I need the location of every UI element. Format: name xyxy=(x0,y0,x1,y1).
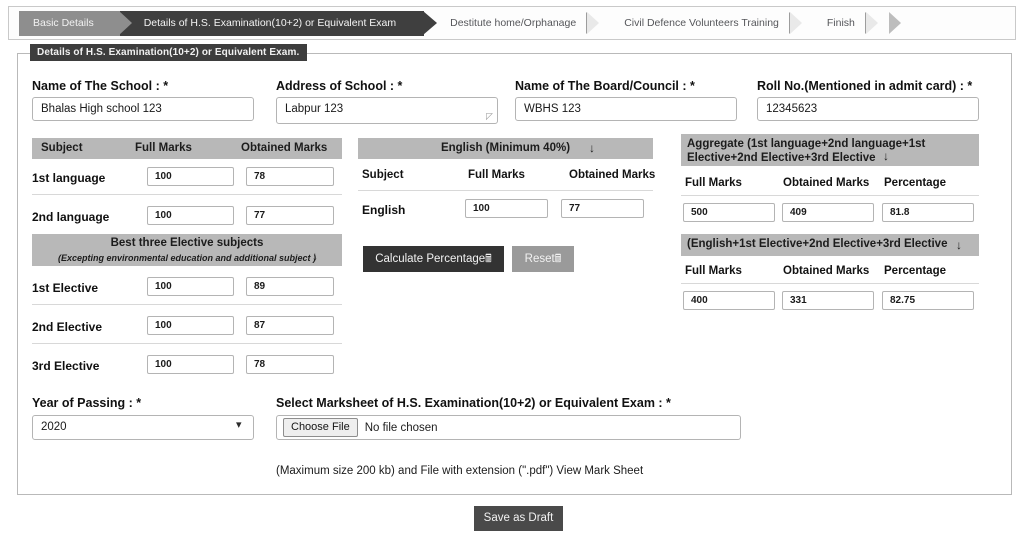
wizard-step-hs-examination[interactable]: Details of H.S. Examination(10+2) or Equ… xyxy=(119,11,438,36)
wizard-steps: Basic Details Details of H.S. Examinatio… xyxy=(19,11,878,36)
school-address-label: Address of School : * xyxy=(276,79,403,93)
input-3rd-elective-obtained-marks[interactable]: 78 xyxy=(246,355,334,374)
wizard-step-label: Details of H.S. Examination(10+2) or Equ… xyxy=(143,17,397,29)
wizard-step-label: Destitute home/Orphanage xyxy=(450,17,577,29)
aggregate-col-obtained-marks: Obtained Marks xyxy=(783,177,870,189)
input-english-aggregate-percentage[interactable]: 82.75 xyxy=(882,291,974,310)
row-label-2nd-elective: 2nd Elective xyxy=(32,320,103,334)
english-col-full-marks: Full Marks xyxy=(468,169,525,181)
language-col-obtained-marks: Obtained Marks xyxy=(241,142,328,154)
english-aggregate-sort-arrow-icon: ↓ xyxy=(956,238,962,252)
row-divider xyxy=(32,194,342,195)
wizard-trailing-chevron-icon xyxy=(889,12,901,34)
input-2nd-language-obtained-marks[interactable]: 77 xyxy=(246,206,334,225)
input-3rd-elective-full-marks[interactable]: 100 xyxy=(147,355,234,374)
row-divider xyxy=(32,304,342,305)
input-english-aggregate-obtained-marks[interactable]: 331 xyxy=(782,291,874,310)
input-aggregate-percentage[interactable]: 81.8 xyxy=(882,203,974,222)
input-1st-elective-obtained-marks[interactable]: 89 xyxy=(246,277,334,296)
english-aggregate-col-percentage: Percentage xyxy=(884,265,947,277)
wizard-step-label: Finish xyxy=(826,17,855,29)
language-col-full-marks: Full Marks xyxy=(135,142,192,154)
input-english-aggregate-full-marks[interactable]: 400 xyxy=(683,291,775,310)
calculate-percentage-button[interactable]: Calculate Percentage🖩 xyxy=(363,246,504,272)
input-english-obtained-marks[interactable]: 77 xyxy=(561,199,644,218)
elective-table-title: Best three Elective subjects xyxy=(110,237,264,249)
wizard-step-destitute-home[interactable]: Destitute home/Orphanage xyxy=(424,11,600,36)
english-col-subject: Subject xyxy=(362,169,404,181)
board-name-label: Name of The Board/Council : * xyxy=(515,79,695,93)
row-label-1st-elective: 1st Elective xyxy=(32,281,99,295)
marksheet-file-input[interactable]: Choose File No file chosen xyxy=(276,415,741,440)
save-as-draft-button[interactable]: Save as Draft xyxy=(474,506,563,531)
row-divider xyxy=(681,283,979,284)
roll-no-label: Roll No.(Mentioned in admit card) : * xyxy=(757,79,973,93)
input-1st-language-obtained-marks[interactable]: 78 xyxy=(246,167,334,186)
english-col-obtained-marks: Obtained Marks xyxy=(569,169,656,181)
english-aggregate-header-bar: (English+1st Elective+2nd Elective+3rd E… xyxy=(681,234,979,256)
elective-table-header-bar: Best three Elective subjects (Excepting … xyxy=(32,234,342,266)
english-sort-arrow-icon: ↓ xyxy=(589,141,595,155)
year-of-passing-select[interactable]: 2020 xyxy=(32,415,254,440)
row-divider xyxy=(681,195,979,196)
row-label-english: English xyxy=(362,203,406,217)
input-aggregate-full-marks[interactable]: 500 xyxy=(683,203,775,222)
input-2nd-elective-full-marks[interactable]: 100 xyxy=(147,316,234,335)
wizard-step-label: Basic Details xyxy=(33,17,94,29)
wizard-step-basic-details[interactable]: Basic Details xyxy=(19,11,132,36)
reset-label: Reset xyxy=(524,253,555,265)
input-2nd-elective-obtained-marks[interactable]: 87 xyxy=(246,316,334,335)
panel-legend: Details of H.S. Examination(10+2) or Equ… xyxy=(30,44,308,61)
row-label-3rd-elective: 3rd Elective xyxy=(32,359,100,373)
english-aggregate-title: (English+1st Elective+2nd Elective+3rd E… xyxy=(687,238,948,250)
aggregate-title: Aggregate (1st language+2nd language+1st… xyxy=(687,138,926,164)
aggregate-col-full-marks: Full Marks xyxy=(685,177,742,189)
choose-file-button[interactable]: Choose File xyxy=(283,418,358,437)
marksheet-hint: (Maximum size 200 kb) and File with exte… xyxy=(276,465,644,477)
input-aggregate-obtained-marks[interactable]: 409 xyxy=(782,203,874,222)
row-divider xyxy=(358,190,653,191)
year-of-passing-label: Year of Passing : * xyxy=(32,396,142,410)
elective-sort-arrow-icon: ↓ xyxy=(312,249,318,263)
wizard-step-civil-defence[interactable]: Civil Defence Volunteers Training xyxy=(598,11,802,36)
input-1st-language-full-marks[interactable]: 100 xyxy=(147,167,234,186)
row-label-2nd-language: 2nd language xyxy=(32,210,110,224)
english-aggregate-col-full-marks: Full Marks xyxy=(685,265,742,277)
calculator-icon: 🖩 xyxy=(485,253,492,265)
calculate-percentage-label: Calculate Percentage xyxy=(375,253,486,265)
marksheet-label: Select Marksheet of H.S. Examination(10+… xyxy=(276,396,671,410)
language-col-subject: Subject xyxy=(41,142,83,154)
english-table-header-bar: English (Minimum 40%) ↓ xyxy=(358,138,653,159)
input-1st-elective-full-marks[interactable]: 100 xyxy=(147,277,234,296)
english-table-title: English (Minimum 40%) xyxy=(440,142,571,154)
input-english-full-marks[interactable]: 100 xyxy=(465,199,548,218)
board-name-input[interactable]: WBHS 123 xyxy=(515,97,737,121)
input-2nd-language-full-marks[interactable]: 100 xyxy=(147,206,234,225)
aggregate-sort-arrow-icon: ↓ xyxy=(883,149,889,163)
reset-button[interactable]: Reset🖩 xyxy=(512,246,574,272)
wizard-step-finish[interactable]: Finish xyxy=(801,11,878,36)
row-label-1st-language: 1st language xyxy=(32,171,106,185)
file-chosen-status: No file chosen xyxy=(364,421,438,434)
school-name-input[interactable]: Bhalas High school 123 xyxy=(32,97,254,121)
school-name-label: Name of The School : * xyxy=(32,79,169,93)
language-table-header-bar: Subject Full Marks Obtained Marks xyxy=(32,138,342,159)
wizard-step-label: Civil Defence Volunteers Training xyxy=(624,17,779,29)
aggregate-header-bar: Aggregate (1st language+2nd language+1st… xyxy=(681,134,979,166)
elective-table-subtitle: (Excepting environmental education and a… xyxy=(57,253,317,263)
roll-no-input[interactable]: 12345623 xyxy=(757,97,979,121)
english-aggregate-col-obtained-marks: Obtained Marks xyxy=(783,265,870,277)
save-as-draft-label: Save as Draft xyxy=(483,512,554,524)
school-address-textarea[interactable]: Labpur 123 xyxy=(276,97,498,124)
exam-details-panel: Details of H.S. Examination(10+2) or Equ… xyxy=(17,44,1012,495)
aggregate-col-percentage: Percentage xyxy=(884,177,947,189)
row-divider xyxy=(32,343,342,344)
wizard-steps-bar: Basic Details Details of H.S. Examinatio… xyxy=(8,6,1016,40)
calculator-icon: 🖩 xyxy=(554,253,562,265)
